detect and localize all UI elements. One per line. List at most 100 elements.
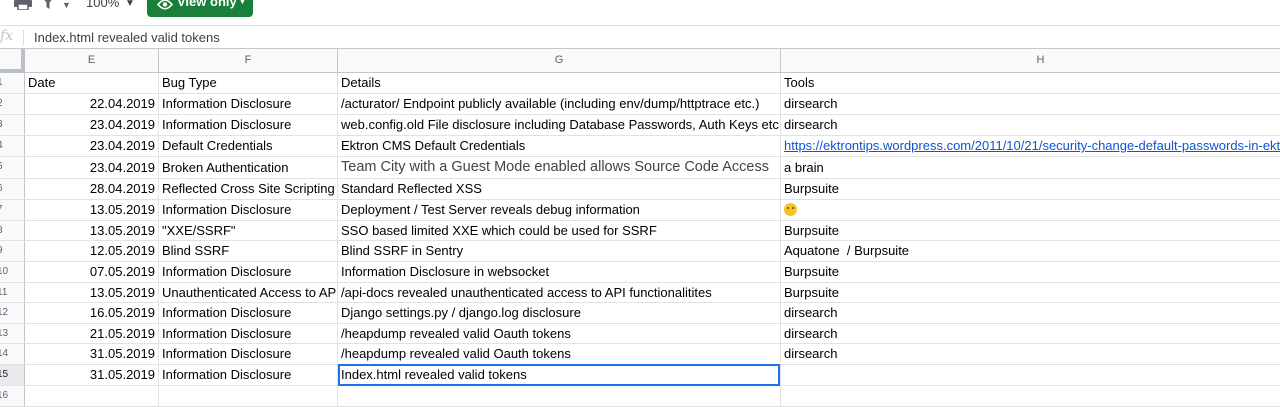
fx-icon: fx	[0, 28, 14, 44]
bug-type-cell[interactable]: Blind SSRF	[159, 241, 338, 262]
details-cell[interactable]: Django settings.py / django.log disclosu…	[338, 303, 781, 324]
filter-menu-caret-icon[interactable]: ▼	[62, 0, 71, 10]
tools-cell[interactable]: dirsearch	[781, 94, 1280, 115]
details-cell[interactable]: /api-docs revealed unauthenticated acces…	[338, 283, 781, 303]
tools-cell[interactable]: a brain	[781, 157, 1280, 179]
details-cell[interactable]	[338, 386, 781, 407]
column-header-e[interactable]: E	[25, 49, 159, 73]
header-cell-tools[interactable]: Tools	[781, 73, 1280, 94]
header-cell-bug-type[interactable]: Bug Type	[159, 73, 338, 94]
row-header[interactable]: 12	[0, 303, 25, 324]
bug-type-cell[interactable]: Information Disclosure	[159, 365, 338, 386]
tools-cell[interactable]: Burpsuite	[781, 179, 1280, 200]
date-cell[interactable]: 22.04.2019	[25, 94, 159, 115]
date-cell[interactable]: 23.04.2019	[25, 157, 159, 179]
toolbar: ▼ 100% ▼ View only ▼	[0, 0, 1280, 25]
row-header[interactable]: 2	[0, 94, 25, 115]
row-header[interactable]: 16	[0, 386, 25, 407]
row-header[interactable]: 14	[0, 344, 25, 365]
column-header-g[interactable]: G	[338, 49, 781, 73]
chevron-down-icon: ▼	[238, 0, 247, 6]
row-header[interactable]: 3	[0, 115, 25, 136]
details-cell[interactable]: Blind SSRF in Sentry	[338, 241, 781, 262]
bug-type-cell[interactable]: "XXE/SSRF"	[159, 221, 338, 241]
bug-type-cell[interactable]: Information Disclosure	[159, 115, 338, 136]
row-header[interactable]: 8	[0, 221, 25, 241]
column-header-h[interactable]: H	[781, 49, 1280, 73]
details-cell[interactable]: web.config.old File disclosure including…	[338, 115, 781, 136]
column-header-f[interactable]: F	[159, 49, 338, 73]
zoom-caret-icon[interactable]: ▼	[125, 0, 135, 9]
bug-type-cell[interactable]: Unauthenticated Access to API	[159, 283, 338, 303]
tools-cell[interactable]: Aquatone / Burpsuite	[781, 241, 1280, 262]
bug-type-cell[interactable]: Information Disclosure	[159, 262, 338, 283]
details-cell[interactable]: Standard Reflected XSS	[338, 179, 781, 200]
details-cell[interactable]: SSO based limited XXE which could be use…	[338, 221, 781, 241]
date-cell[interactable]: 07.05.2019	[25, 262, 159, 283]
details-cell[interactable]: /heapdump revealed valid Oauth tokens	[338, 344, 781, 365]
tools-cell[interactable]	[781, 386, 1280, 407]
bug-type-cell[interactable]	[159, 386, 338, 407]
tools-cell[interactable]	[781, 365, 1280, 386]
tools-cell[interactable]: Burpsuite	[781, 221, 1280, 241]
row-header[interactable]: 7	[0, 200, 25, 221]
bug-type-cell[interactable]: Reflected Cross Site Scripting	[159, 179, 338, 200]
formula-bar-divider	[23, 30, 24, 45]
row-header[interactable]: 5	[0, 157, 25, 179]
tools-cell[interactable]	[781, 200, 1280, 221]
date-cell[interactable]: 13.05.2019	[25, 221, 159, 241]
row-header[interactable]: 1	[0, 73, 25, 94]
tools-cell[interactable]: dirsearch	[781, 303, 1280, 324]
tools-cell[interactable]: Burpsuite	[781, 262, 1280, 283]
row-header[interactable]: 10	[0, 262, 25, 283]
date-cell[interactable]: 16.05.2019	[25, 303, 159, 324]
header-cell-date[interactable]: Date	[25, 73, 159, 94]
date-cell[interactable]: 12.05.2019	[25, 241, 159, 262]
print-icon[interactable]	[14, 0, 32, 10]
details-cell[interactable]: Information Disclosure in websocket	[338, 262, 781, 283]
date-cell[interactable]: 21.05.2019	[25, 324, 159, 344]
row-header[interactable]: 13	[0, 324, 25, 344]
details-cell[interactable]: Ektron CMS Default Credentials	[338, 136, 781, 157]
view-only-button[interactable]: View only ▼	[147, 0, 253, 17]
active-cell-outline	[338, 364, 780, 386]
tools-cell[interactable]: Burpsuite	[781, 283, 1280, 303]
date-cell[interactable]: 31.05.2019	[25, 344, 159, 365]
bug-type-cell[interactable]: Information Disclosure	[159, 200, 338, 221]
date-cell[interactable]: 31.05.2019	[25, 365, 159, 386]
thinking-face-icon	[784, 203, 797, 216]
date-cell[interactable]: 23.04.2019	[25, 115, 159, 136]
details-cell[interactable]: Team City with a Guest Mode enabled allo…	[338, 157, 781, 179]
zoom-select[interactable]: 100%	[86, 0, 119, 10]
bug-type-cell[interactable]: Broken Authentication	[159, 157, 338, 179]
row-header[interactable]: 4	[0, 136, 25, 157]
header-cell-details[interactable]: Details	[338, 73, 781, 94]
tools-cell[interactable]: dirsearch	[781, 344, 1280, 365]
tools-cell[interactable]: dirsearch	[781, 115, 1280, 136]
date-cell[interactable]	[25, 386, 159, 407]
eye-icon	[157, 0, 173, 10]
formula-input[interactable]: Index.html revealed valid tokens	[34, 30, 220, 45]
date-cell[interactable]: 28.04.2019	[25, 179, 159, 200]
tools-link[interactable]: https://ektrontips.wordpress.com/2011/10…	[781, 136, 1280, 157]
view-only-label: View only	[177, 0, 237, 9]
details-cell[interactable]: /acturator/ Endpoint publicly available …	[338, 94, 781, 115]
date-cell[interactable]: 13.05.2019	[25, 283, 159, 303]
tools-cell[interactable]: dirsearch	[781, 324, 1280, 344]
row-header[interactable]: 11	[0, 283, 25, 303]
row-header[interactable]: 9	[0, 241, 25, 262]
select-all-corner[interactable]	[0, 49, 25, 73]
bug-type-cell[interactable]: Information Disclosure	[159, 324, 338, 344]
date-cell[interactable]: 13.05.2019	[25, 200, 159, 221]
formula-bar: fx Index.html revealed valid tokens	[0, 25, 1280, 49]
details-cell[interactable]: /heapdump revealed valid Oauth tokens	[338, 324, 781, 344]
bug-type-cell[interactable]: Information Disclosure	[159, 94, 338, 115]
details-cell[interactable]: Deployment / Test Server reveals debug i…	[338, 200, 781, 221]
bug-type-cell[interactable]: Information Disclosure	[159, 344, 338, 365]
bug-type-cell[interactable]: Default Credentials	[159, 136, 338, 157]
bug-type-cell[interactable]: Information Disclosure	[159, 303, 338, 324]
filter-icon[interactable]	[40, 0, 56, 10]
row-header-selected[interactable]: 15	[0, 365, 25, 386]
row-header[interactable]: 6	[0, 179, 25, 200]
date-cell[interactable]: 23.04.2019	[25, 136, 159, 157]
